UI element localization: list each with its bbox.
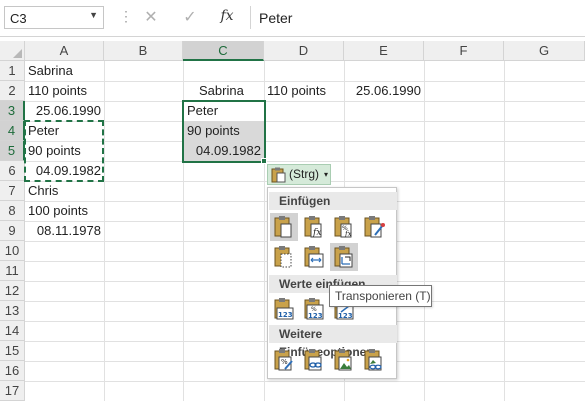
row-header-10[interactable]: 10 (0, 241, 25, 261)
paste-values-number-format-icon[interactable]: % 123 (300, 295, 328, 323)
column-header-e[interactable]: E (344, 41, 424, 61)
svg-text:fx: fx (344, 230, 352, 238)
paste-options-arrow-icon: ▾ (324, 170, 329, 179)
formula-input[interactable]: Peter (250, 6, 583, 29)
svg-text:123: 123 (308, 312, 323, 320)
paste-keep-column-widths-icon[interactable] (300, 243, 328, 271)
cell-d2[interactable]: 110 points (267, 81, 326, 101)
row-header-6[interactable]: 6 (0, 161, 25, 181)
paste-formatting-icon[interactable]: % (270, 346, 298, 374)
gridline (424, 61, 425, 401)
name-box-dropdown-icon[interactable]: ▼ (89, 10, 98, 20)
gridline (25, 381, 585, 382)
paste-options-menu: Einfügen fx % fx Werte einfügen 123 % 12… (267, 187, 397, 379)
row-header-4[interactable]: 4 (0, 121, 25, 141)
row-header-8[interactable]: 8 (0, 201, 25, 221)
svg-text:123: 123 (278, 311, 293, 319)
cell-a9[interactable]: 08.11.1978 (28, 221, 101, 241)
row-header-12[interactable]: 12 (0, 281, 25, 301)
gridline (25, 101, 585, 102)
paste-options-label: (Strg) (289, 167, 319, 181)
row-header-5[interactable]: 5 (0, 141, 25, 161)
column-header-c[interactable]: C (183, 41, 264, 61)
enter-icon[interactable]: ✓ (179, 7, 201, 29)
paste-link-icon[interactable] (300, 346, 328, 374)
section-einfuegen: Einfügen (269, 192, 397, 210)
cell-a3[interactable]: 25.06.1990 (28, 101, 101, 121)
svg-text:fx: fx (312, 228, 321, 238)
paste-icon[interactable] (270, 213, 298, 241)
paste-keep-source-formatting-icon[interactable] (360, 213, 388, 241)
section-weitere-einfuegeoptionen: Weitere Einfügeoptionen (269, 325, 397, 359)
cell-e2[interactable]: 25.06.1990 (344, 81, 421, 101)
paste-options-button[interactable]: (Strg) ▾ (267, 164, 331, 185)
svg-text:123: 123 (338, 312, 353, 320)
paste-no-borders-icon[interactable] (270, 243, 298, 271)
cell-a1[interactable]: Sabrina (28, 61, 73, 81)
cell-a2[interactable]: 110 points (28, 81, 87, 101)
paste-formulas-icon[interactable]: fx (300, 213, 328, 241)
column-header-g[interactable]: G (504, 41, 585, 61)
paste-picture-icon[interactable] (330, 346, 358, 374)
column-header-a[interactable]: A (25, 41, 104, 61)
gridline (25, 161, 585, 162)
cell-a8[interactable]: 100 points (28, 201, 88, 221)
row-header-9[interactable]: 9 (0, 221, 25, 241)
formula-input-value: Peter (259, 10, 293, 26)
row-header-14[interactable]: 14 (0, 321, 25, 341)
row-header-2[interactable]: 2 (0, 81, 25, 101)
name-box[interactable]: C3 ▼ (4, 6, 104, 29)
paste-transpose-icon[interactable] (330, 243, 358, 271)
cell-c2[interactable]: Sabrina (199, 81, 244, 101)
paste-linked-picture-icon[interactable] (360, 346, 388, 374)
insert-function-icon[interactable]: fx (216, 8, 238, 30)
selection-border (182, 100, 266, 163)
gridline (104, 61, 105, 401)
row-header-3[interactable]: 3 (0, 101, 25, 121)
column-header-f[interactable]: F (424, 41, 504, 61)
transpose-tooltip: Transponieren (T) (329, 285, 432, 307)
copy-marquee (24, 120, 104, 182)
column-header-d[interactable]: D (264, 41, 344, 61)
row-header-17[interactable]: 17 (0, 381, 25, 401)
column-header-b[interactable]: B (104, 41, 183, 61)
row-header-15[interactable]: 15 (0, 341, 25, 361)
row-header-7[interactable]: 7 (0, 181, 25, 201)
cancel-icon[interactable]: ✕ (140, 7, 162, 29)
name-box-value: C3 (10, 11, 27, 26)
formula-bar-grip-icon: ⋮ (119, 8, 133, 24)
gridline (25, 121, 585, 122)
formula-bar: C3 ▼ ⋮ ✕ ✓ fx Peter (0, 0, 585, 37)
gridline (25, 141, 585, 142)
select-all-corner[interactable] (0, 41, 25, 61)
row-header-16[interactable]: 16 (0, 361, 25, 381)
paste-values-icon[interactable]: 123 (270, 295, 298, 323)
row-header-11[interactable]: 11 (0, 261, 25, 281)
clipboard-icon (271, 167, 287, 183)
svg-text:%: % (281, 358, 288, 366)
cell-a7[interactable]: Chris (28, 181, 58, 201)
gridline (504, 61, 505, 401)
row-header-13[interactable]: 13 (0, 301, 25, 321)
row-header-1[interactable]: 1 (0, 61, 25, 81)
paste-formulas-number-format-icon[interactable]: % fx (330, 213, 358, 241)
